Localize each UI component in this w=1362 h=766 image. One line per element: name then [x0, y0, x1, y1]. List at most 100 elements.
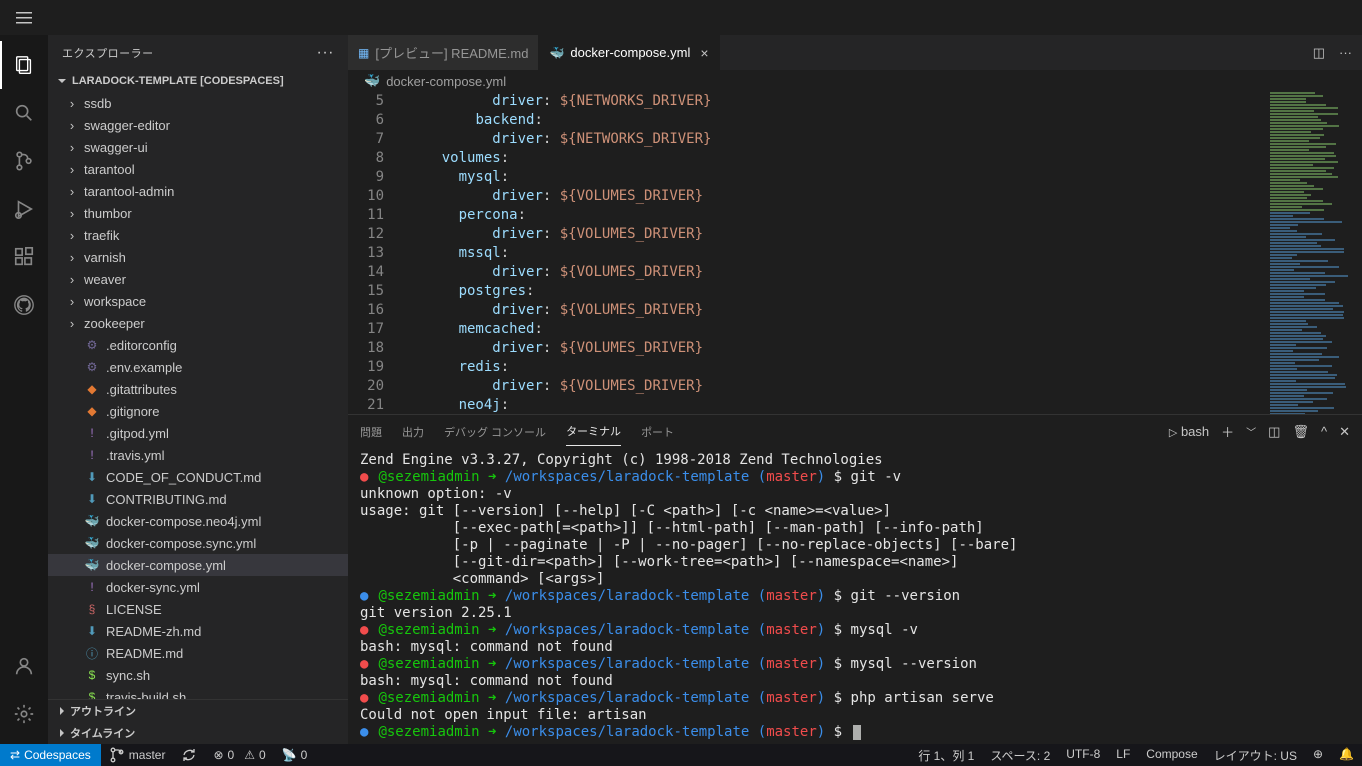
file-item[interactable]: ◆.gitattributes: [48, 378, 348, 400]
file-item[interactable]: 🐳docker-compose.neo4j.yml: [48, 510, 348, 532]
file-item[interactable]: ⬇README-zh.md: [48, 620, 348, 642]
file-item[interactable]: ⬇CONTRIBUTING.md: [48, 488, 348, 510]
menu-button[interactable]: [0, 10, 48, 26]
file-icon: §: [84, 601, 100, 617]
breadcrumb-file: docker-compose.yml: [386, 74, 506, 89]
feedback-icon[interactable]: ⊕: [1305, 747, 1331, 761]
file-icon: 🐳: [84, 513, 100, 529]
file-item[interactable]: ⚙.editorconfig: [48, 334, 348, 356]
file-item[interactable]: $sync.sh: [48, 664, 348, 686]
folder-item[interactable]: ›varnish: [48, 246, 348, 268]
file-icon: ⚙: [84, 337, 100, 353]
file-label: docker-sync.yml: [106, 580, 200, 595]
folder-item[interactable]: ›swagger-ui: [48, 136, 348, 158]
folder-item[interactable]: ›workspace: [48, 290, 348, 312]
settings-icon[interactable]: [0, 690, 48, 738]
tab-bar: ▦ [プレビュー] README.md 🐳docker-compose.yml× ◫ ·…: [348, 35, 1362, 70]
file-item[interactable]: ⚙.env.example: [48, 356, 348, 378]
file-item[interactable]: ! .gitpod.yml: [48, 422, 348, 444]
minimap[interactable]: [1262, 92, 1362, 414]
encoding[interactable]: UTF-8: [1058, 747, 1108, 761]
accounts-icon[interactable]: [0, 642, 48, 690]
folder-item[interactable]: ›tarantool-admin: [48, 180, 348, 202]
folder-item[interactable]: ›swagger-editor: [48, 114, 348, 136]
explorer-icon[interactable]: [0, 41, 48, 89]
folder-item[interactable]: ›zookeeper: [48, 312, 348, 334]
remote-indicator[interactable]: ⇄ Codespaces: [0, 744, 101, 766]
more-actions-icon[interactable]: ···: [1339, 45, 1352, 60]
run-debug-icon[interactable]: [0, 185, 48, 233]
sidebar-more-icon[interactable]: ···: [317, 44, 334, 62]
workspace-root[interactable]: LARADOCK-TEMPLATE [CODESPACES]: [48, 70, 348, 92]
sidebar: エクスプローラー ··· LARADOCK-TEMPLATE [CODESPAC…: [48, 35, 348, 744]
file-item[interactable]: 🐳docker-compose.sync.yml: [48, 532, 348, 554]
maximize-panel-icon[interactable]: ^: [1321, 424, 1327, 439]
editor-tab[interactable]: ▦ [プレビュー] README.md: [348, 35, 539, 70]
problems-status[interactable]: ⊗0 ⚠0: [205, 744, 273, 766]
language-mode[interactable]: Compose: [1138, 747, 1205, 761]
notifications-icon[interactable]: 🔔: [1331, 747, 1362, 761]
file-icon: ◆: [84, 381, 100, 397]
tab-icon: ▦: [358, 46, 369, 60]
kill-terminal-icon[interactable]: 🗑: [1292, 424, 1309, 440]
file-icon: 🐳: [84, 557, 100, 573]
indentation[interactable]: スペース: 2: [982, 747, 1058, 764]
file-label: .gitpod.yml: [106, 426, 169, 441]
cursor-position[interactable]: 行 1、列 1: [910, 747, 982, 764]
split-editor-icon[interactable]: ◫: [1313, 45, 1325, 61]
code-content[interactable]: driver: ${NETWORKS_DRIVER} backend: driv…: [408, 92, 1262, 414]
tab-output[interactable]: 出力: [402, 418, 424, 446]
file-icon: 🐳: [84, 535, 100, 551]
file-item[interactable]: !docker-sync.yml: [48, 576, 348, 598]
sync-button[interactable]: [173, 744, 205, 766]
file-item[interactable]: §LICENSE: [48, 598, 348, 620]
file-tree[interactable]: ›ssdb›swagger-editor›swagger-ui›tarantoo…: [48, 92, 348, 699]
folder-item[interactable]: ›tarantool: [48, 158, 348, 180]
layout[interactable]: レイアウト: US: [1206, 747, 1305, 764]
github-icon[interactable]: [0, 281, 48, 329]
new-terminal-icon[interactable]: ＋: [1221, 422, 1234, 441]
editor-tab[interactable]: 🐳docker-compose.yml×: [539, 35, 719, 70]
file-label: CONTRIBUTING.md: [106, 492, 227, 507]
split-terminal-icon[interactable]: ◫: [1268, 424, 1280, 440]
ports-status[interactable]: 📡0: [274, 744, 316, 766]
file-item[interactable]: $travis-build.sh: [48, 686, 348, 699]
close-panel-icon[interactable]: ✕: [1339, 424, 1350, 440]
code-editor[interactable]: 567891011121314151617181920212223 driver…: [348, 92, 1362, 414]
file-item[interactable]: ⬇CODE_OF_CONDUCT.md: [48, 466, 348, 488]
file-item[interactable]: ⓘREADME.md: [48, 642, 348, 664]
file-item[interactable]: 🐳 docker-compose.yml: [48, 554, 348, 576]
source-control-icon[interactable]: [0, 137, 48, 185]
git-branch[interactable]: master: [101, 744, 174, 766]
eol[interactable]: LF: [1108, 747, 1138, 761]
tab-terminal[interactable]: ターミナル: [566, 417, 621, 446]
chevron-down-icon[interactable]: ﹀: [1246, 424, 1256, 439]
terminal-content[interactable]: Zend Engine v3.3.27, Copyright (c) 1998-…: [348, 448, 1362, 744]
file-item[interactable]: !.travis.yml: [48, 444, 348, 466]
folder-item[interactable]: ›ssdb: [48, 92, 348, 114]
file-label: .env.example: [106, 360, 182, 375]
panel: 問題 出力 デバッグ コンソール ターミナル ポート ▷ bash ＋ ﹀ ◫ …: [348, 414, 1362, 744]
file-icon: ⬇: [84, 469, 100, 485]
file-icon: ⓘ: [84, 645, 100, 661]
folder-item[interactable]: ›weaver: [48, 268, 348, 290]
file-label: docker-compose.yml: [106, 558, 226, 573]
tab-label: [プレビュー] README.md: [375, 43, 528, 62]
timeline-section[interactable]: タイムライン: [48, 722, 348, 744]
file-item[interactable]: ◆.gitignore: [48, 400, 348, 422]
tab-icon: 🐳: [549, 46, 564, 60]
tab-problems[interactable]: 問題: [360, 418, 382, 446]
folder-item[interactable]: ›thumbor: [48, 202, 348, 224]
folder-label: weaver: [84, 272, 126, 287]
extensions-icon[interactable]: [0, 233, 48, 281]
folder-label: swagger-ui: [84, 140, 148, 155]
terminal-profile[interactable]: ▷ bash: [1169, 424, 1209, 439]
breadcrumb[interactable]: 🐳 docker-compose.yml: [348, 70, 1362, 92]
tab-ports[interactable]: ポート: [641, 418, 674, 446]
file-icon: !: [84, 425, 100, 441]
search-icon[interactable]: [0, 89, 48, 137]
folder-item[interactable]: ›traefik: [48, 224, 348, 246]
outline-section[interactable]: アウトライン: [48, 700, 348, 722]
tab-debug[interactable]: デバッグ コンソール: [444, 418, 546, 446]
close-tab-icon[interactable]: ×: [696, 45, 708, 61]
